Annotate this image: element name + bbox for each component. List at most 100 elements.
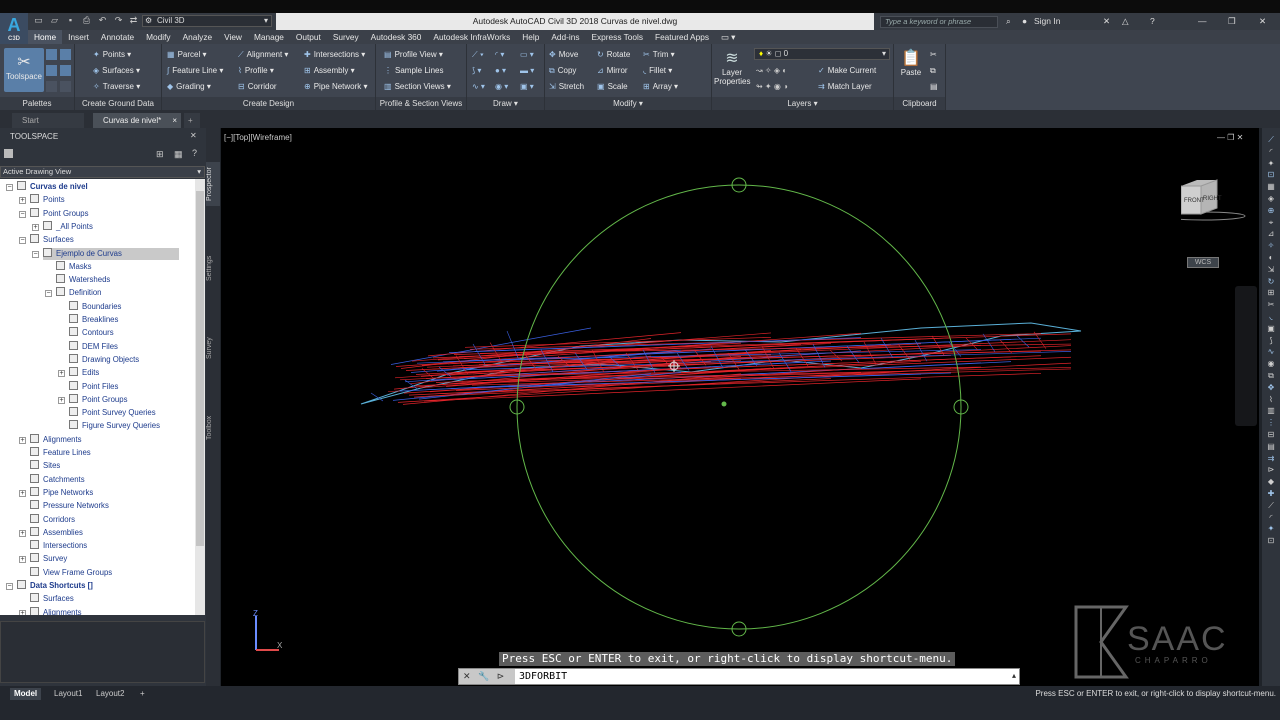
viewcube[interactable]: FRONT RIGHT [1160, 178, 1261, 230]
polyline-icon[interactable]: ⟆ ▾ [472, 64, 481, 77]
tab-featured-apps[interactable]: Featured Apps [649, 30, 715, 44]
prospector-toggle-icon[interactable] [46, 49, 57, 60]
tree-expander[interactable]: + [32, 223, 39, 231]
tool-palette-icon[interactable]: ⊳ [1265, 464, 1277, 475]
feature-line-button[interactable]: ∫ Feature Line ▾ [167, 64, 223, 77]
region-icon[interactable]: ▣ ▾ [520, 80, 534, 93]
array-button[interactable]: ⊞ Array ▾ [643, 80, 678, 93]
profile-button[interactable]: ⌇ Profile ▾ [238, 64, 274, 77]
layer-properties-button[interactable]: ≋ Layer Properties [714, 48, 750, 94]
layer-tools-icon[interactable]: ↝ ✧ ◈ ◐ [756, 64, 787, 77]
tool-palette-icon[interactable]: ⟋ [1265, 500, 1277, 511]
tool-palette-icon[interactable]: ✚ [1265, 488, 1277, 499]
restore-button[interactable]: ❐ [1228, 15, 1236, 27]
tool-palette-icon[interactable]: ⌖ [1265, 217, 1277, 228]
intersections-button[interactable]: ✚ Intersections ▾ [304, 48, 365, 61]
tree-item[interactable]: Point Groups [30, 207, 89, 220]
tab-express-tools[interactable]: Express Tools [586, 30, 650, 44]
tool-palette-icon[interactable]: ◜ [1265, 512, 1277, 523]
tool-palette-icon[interactable]: ⟆ [1265, 335, 1277, 346]
tree-item[interactable]: Data Shortcuts [] [17, 580, 93, 592]
tool-palette-icon[interactable]: ◉ [1265, 358, 1277, 369]
tree-expander[interactable]: − [45, 290, 52, 298]
section-views-button[interactable]: ▥ Section Views ▾ [384, 80, 451, 93]
mirror-button[interactable]: ⊿ Mirror [597, 64, 628, 77]
tool-palette-icon[interactable]: ↻ [1265, 276, 1277, 287]
tree-item[interactable]: Watersheds [56, 274, 110, 286]
tool-palette-icon[interactable]: ⧉ [1265, 370, 1277, 381]
tree-scroll-thumb[interactable] [196, 191, 204, 546]
tree-expander[interactable]: + [19, 556, 26, 564]
pipe-network-button[interactable]: ⊕ Pipe Network ▾ [304, 80, 368, 93]
tree-expander[interactable]: + [19, 436, 26, 444]
scale-button[interactable]: ▣ Scale [597, 80, 628, 93]
spline-icon[interactable]: ∿ ▾ [472, 80, 485, 93]
a360-icon[interactable]: △ [1122, 15, 1129, 27]
sign-in-button[interactable]: Sign In [1034, 15, 1060, 27]
command-line-tools[interactable]: ✕ 🔧 ⊳ [459, 669, 515, 684]
tree-expander[interactable]: − [19, 237, 26, 245]
print-icon[interactable]: ⎙ [81, 15, 92, 26]
tab-settings[interactable]: Settings [206, 246, 220, 290]
corridor-button[interactable]: ⊟ Corridor [238, 80, 277, 93]
chevron-up-icon[interactable]: ▴ [1012, 671, 1016, 680]
command-input[interactable]: 3DFORBIT [519, 669, 567, 684]
move-button[interactable]: ✥ Move [549, 48, 578, 61]
tab-autodesk-360[interactable]: Autodesk 360 [365, 30, 428, 44]
tree-item[interactable]: Assemblies [30, 526, 83, 539]
wcs-menu[interactable]: WCS [1187, 257, 1219, 268]
new-icon[interactable]: ▭ [33, 15, 44, 26]
tree-item[interactable]: Definition [56, 287, 102, 299]
tab-manage[interactable]: Manage [248, 30, 290, 44]
tree-item[interactable]: Catchments [30, 473, 85, 486]
tool-palette-icon[interactable]: ◐ [1265, 252, 1277, 263]
tree-item[interactable]: Survey [30, 553, 67, 565]
tree-item[interactable]: Breaklines [69, 314, 118, 326]
tree-item[interactable]: Ejemplo de Curvas [43, 247, 179, 260]
grid-icon[interactable]: ▦ [174, 149, 183, 160]
tab-insert[interactable]: Insert [62, 30, 95, 44]
tree-item[interactable]: View Frame Groups [30, 566, 112, 579]
points-button[interactable]: ✦ Points ▾ [93, 48, 131, 61]
tab-layout1[interactable]: Layout1 [50, 688, 86, 700]
tree-expander[interactable]: + [19, 489, 26, 497]
toolspace-button[interactable]: ✂ Toolspace [4, 48, 44, 92]
tree-item[interactable]: Curvas de nivel [17, 181, 88, 193]
tree-item[interactable]: Point Files [69, 380, 118, 393]
hatch-icon[interactable]: ▬ ▾ [520, 64, 534, 77]
tool-palette-icon[interactable]: ⊡ [1265, 169, 1277, 180]
open-icon[interactable]: ▱ [49, 15, 60, 26]
line-icon[interactable]: ⟋ ▾ [472, 48, 484, 61]
exchange-icon[interactable]: ✕ [1103, 15, 1110, 27]
tree-item[interactable]: Boundaries [69, 300, 121, 313]
tree-item[interactable]: Corridors [30, 513, 75, 526]
tool-palette-icon[interactable]: ⟋ [1265, 134, 1277, 145]
tab-view[interactable]: View [218, 30, 248, 44]
layer-tools-row2-icon[interactable]: ↬ ✦ ◉ ◑ [756, 80, 788, 93]
tool-palette-icon[interactable]: ⇲ [1265, 264, 1277, 275]
panel-title-profile[interactable]: Profile & Section Views [376, 97, 466, 110]
tool-palette-icon[interactable]: ⌇ [1265, 394, 1277, 405]
tool-palette-icon[interactable]: ✦ [1265, 158, 1277, 169]
workspace-select[interactable]: ⚙ Civil 3D ▾ [142, 15, 272, 27]
tree-item[interactable]: Feature Lines [30, 447, 91, 459]
tree-item[interactable]: DEM Files [69, 340, 118, 353]
tool-palette-icon[interactable]: ⇉ [1265, 453, 1277, 464]
tab-modify[interactable]: Modify [140, 30, 176, 44]
prompt-icon[interactable]: ⊳ [497, 671, 505, 681]
tab-toolbox[interactable]: Toolbox [206, 406, 220, 450]
tree-expander[interactable]: − [6, 583, 13, 590]
panel-title-palettes[interactable]: Palettes [0, 97, 74, 110]
tool-palette-icon[interactable]: ◆ [1265, 476, 1277, 487]
wrench-icon[interactable]: 🔧 [478, 671, 489, 681]
item-view-icon[interactable] [4, 149, 13, 158]
tool-palette-icon[interactable]: ✦ [1265, 523, 1277, 534]
tool-palette-icon[interactable]: ▦ [1265, 181, 1277, 192]
tree-item[interactable]: Sites [30, 460, 60, 472]
tab-survey[interactable]: Survey [327, 30, 365, 44]
app-logo-button[interactable]: A C3D [0, 13, 28, 44]
circle-icon[interactable]: ● ▾ [495, 64, 506, 77]
settings-toggle-icon[interactable] [60, 49, 71, 60]
tree-expander[interactable]: + [58, 370, 65, 378]
minimize-button[interactable]: — [1198, 15, 1207, 27]
